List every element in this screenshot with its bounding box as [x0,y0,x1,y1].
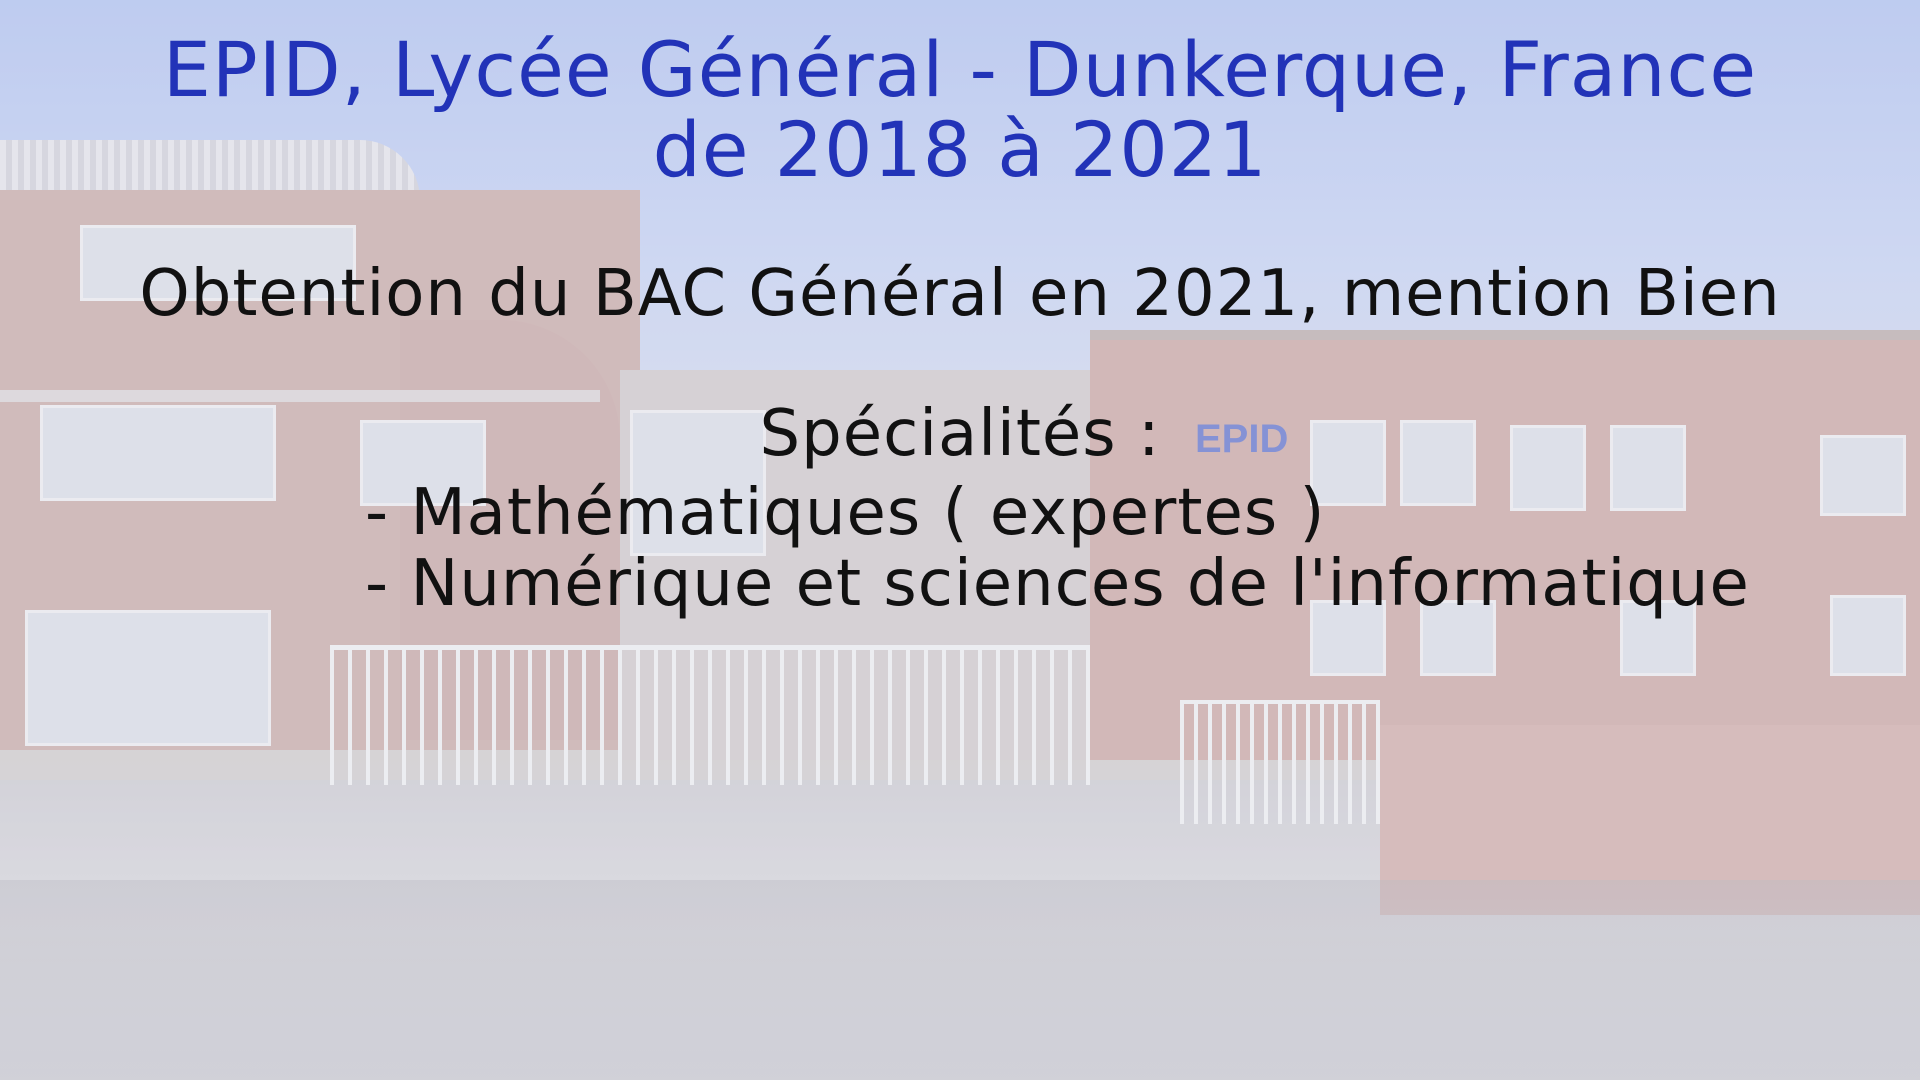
specialties-heading: Spécialités : [759,397,1161,471]
slide-content: EPID, Lycée Général - Dunkerque, France … [0,0,1920,1080]
diploma-text: Obtention du BAC Général en 2021, mentio… [139,257,1781,331]
specialty-item: - Mathématiques ( expertes ) [365,476,1326,550]
slide-title: EPID, Lycée Général - Dunkerque, France [162,25,1758,114]
slide-subtitle-dates: de 2018 à 2021 [652,105,1268,194]
specialty-item: - Numérique et sciences de l'informatiqu… [365,547,1750,621]
